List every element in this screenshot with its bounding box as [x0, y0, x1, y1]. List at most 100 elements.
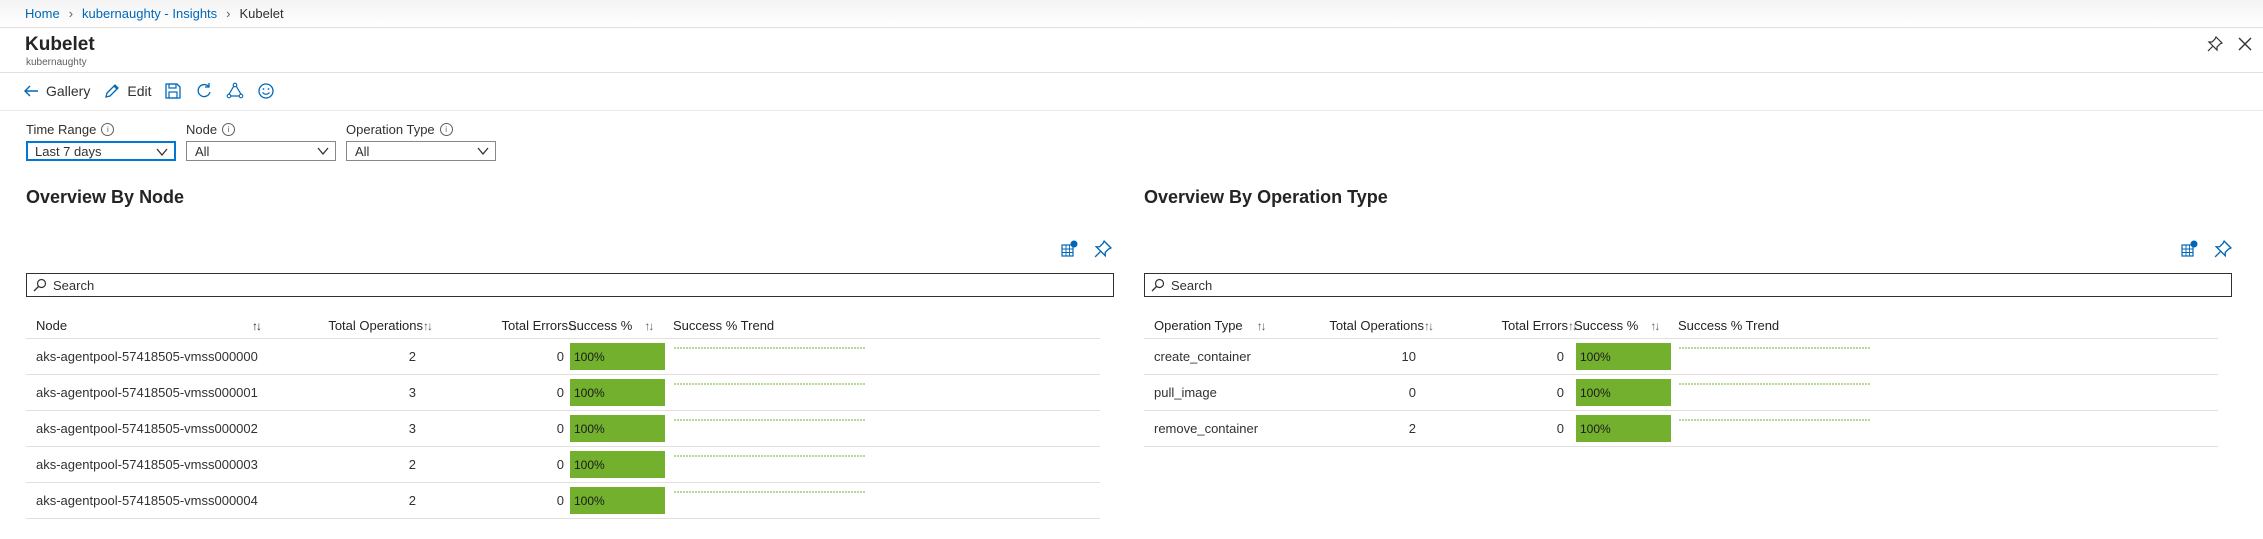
- node-dropdown[interactable]: All: [186, 141, 336, 161]
- row-total-operations: 0: [1408, 385, 1416, 400]
- breadcrumb-bar: Home › kubernaughty - Insights › Kubelet: [0, 0, 2263, 27]
- column-header-operation-type[interactable]: Operation Type ↑↓: [1154, 313, 1267, 338]
- row-success-trend: [1679, 339, 1871, 374]
- row-total-operations: 2: [408, 457, 416, 472]
- sort-icon: ↑↓: [644, 318, 654, 333]
- success-bar: 100%: [570, 343, 665, 370]
- table-row[interactable]: aks-agentpool-57418505-vmss000003 2 0 100%: [26, 446, 1100, 482]
- row-success: 100%: [1576, 411, 1671, 446]
- column-header-total-errors[interactable]: Total Errors ↑↓: [1456, 313, 1578, 338]
- row-success-trend: [674, 483, 866, 518]
- op-search-input[interactable]: Search: [1144, 273, 2232, 297]
- column-header-success-trend[interactable]: Success % Trend: [1678, 313, 1779, 338]
- refresh-button[interactable]: [195, 82, 213, 100]
- sort-icon: ↑↓: [1256, 318, 1267, 333]
- breadcrumb-current: Kubelet: [239, 6, 284, 21]
- table-row[interactable]: aks-agentpool-57418505-vmss000002 3 0 100%: [26, 410, 1100, 446]
- success-trend-sparkline: [674, 455, 866, 457]
- success-trend-sparkline: [1679, 419, 1871, 421]
- row-success: 100%: [570, 339, 665, 374]
- success-trend-sparkline: [674, 383, 866, 385]
- feedback-button[interactable]: [257, 82, 275, 100]
- success-trend-sparkline: [674, 419, 866, 421]
- row-total-errors: 0: [556, 457, 564, 472]
- chevron-down-icon: [317, 147, 329, 156]
- blade-header: Kubelet kubernaughty: [0, 27, 2263, 73]
- chevron-right-icon: ›: [226, 6, 231, 21]
- export-table-icon[interactable]: [1060, 240, 1078, 258]
- close-icon[interactable]: [2237, 36, 2253, 52]
- row-total-operations: 2: [1408, 421, 1416, 436]
- node-label: Node: [186, 122, 218, 137]
- row-name: create_container: [1154, 349, 1251, 364]
- gallery-button[interactable]: Gallery: [22, 82, 90, 100]
- table-row[interactable]: create_container 10 0 100%: [1144, 338, 2218, 374]
- refresh-icon: [198, 83, 212, 98]
- op-table: Operation Type ↑↓ Total Operations ↑↓ Tota…: [1144, 313, 2218, 447]
- table-row[interactable]: pull_image 0 0 100%: [1144, 374, 2218, 410]
- row-total-operations: 2: [408, 349, 416, 364]
- time-range-value: Last 7 days: [35, 144, 102, 159]
- breadcrumb-insights[interactable]: kubernaughty - Insights: [82, 6, 217, 21]
- row-total-errors: 0: [1556, 385, 1564, 400]
- param-node: Node i All: [186, 122, 336, 161]
- column-header-success[interactable]: Success % ↑↓: [1574, 313, 1660, 338]
- column-header-total-errors[interactable]: Total Errors ↑↓: [456, 313, 578, 338]
- share-button[interactable]: [226, 82, 244, 100]
- back-arrow-icon: [24, 85, 38, 97]
- node-search-input[interactable]: Search: [26, 273, 1114, 297]
- operation-type-dropdown[interactable]: All: [346, 141, 496, 161]
- column-header-success[interactable]: Success % ↑↓: [568, 313, 654, 338]
- info-icon: i: [439, 123, 453, 136]
- pin-icon[interactable]: [2207, 36, 2223, 52]
- chevron-down-icon: [477, 147, 489, 156]
- table-header: Node ↑↓ Total Operations ↑↓ Total Errors ↑…: [26, 313, 1100, 338]
- chevron-right-icon: ›: [68, 6, 74, 21]
- row-name: pull_image: [1154, 385, 1217, 400]
- node-search-placeholder: Search: [53, 277, 95, 293]
- table-row[interactable]: remove_container 2 0 100%: [1144, 410, 2218, 447]
- table-row[interactable]: aks-agentpool-57418505-vmss000001 3 0 100%: [26, 374, 1100, 410]
- save-button[interactable]: [164, 82, 182, 100]
- row-total-operations: 3: [408, 385, 416, 400]
- row-name: remove_container: [1154, 421, 1259, 436]
- pin-icon[interactable]: [1094, 240, 1112, 258]
- gallery-label: Gallery: [46, 83, 91, 99]
- node-section-title: Overview By Node: [26, 187, 185, 207]
- pin-icon[interactable]: [2214, 240, 2232, 258]
- row-success: 100%: [570, 447, 665, 482]
- edit-button[interactable]: Edit: [103, 82, 151, 100]
- table-row[interactable]: aks-agentpool-57418505-vmss000000 2 0 100%: [26, 338, 1100, 374]
- success-bar: 100%: [570, 379, 665, 406]
- row-total-operations: 10: [1401, 349, 1416, 364]
- row-total-errors: 0: [556, 421, 564, 436]
- op-search-placeholder: Search: [1171, 277, 1213, 293]
- row-success-trend: [674, 447, 866, 482]
- row-total-errors: 0: [556, 349, 564, 364]
- row-success: 100%: [1576, 339, 1671, 374]
- search-icon: [33, 278, 47, 292]
- time-range-label: Time Range: [26, 122, 97, 137]
- sort-icon: ↑↓: [423, 318, 433, 333]
- sort-icon: ↑↓: [1650, 318, 1660, 333]
- row-name: aks-agentpool-57418505-vmss000004: [36, 493, 258, 508]
- row-name: aks-agentpool-57418505-vmss000003: [36, 457, 258, 472]
- success-bar: 100%: [1576, 415, 1671, 442]
- table-row[interactable]: aks-agentpool-57418505-vmss000004 2 0 100%: [26, 482, 1100, 519]
- column-header-success-trend[interactable]: Success % Trend: [673, 313, 774, 338]
- operation-type-label: Operation Type: [346, 122, 435, 137]
- chevron-down-icon: [156, 148, 168, 157]
- export-table-icon[interactable]: [2180, 240, 2198, 258]
- time-range-dropdown[interactable]: Last 7 days: [26, 141, 176, 161]
- column-header-total-operations[interactable]: Total Operations ↑↓: [1304, 313, 1434, 338]
- column-header-total-operations[interactable]: Total Operations ↑↓: [308, 313, 433, 338]
- breadcrumb-home[interactable]: Home: [25, 6, 60, 21]
- info-icon: i: [101, 123, 115, 136]
- sort-icon[interactable]: ↑↓: [252, 313, 262, 338]
- page-subtitle: kubernaughty: [26, 57, 87, 68]
- column-header-node[interactable]: Node: [36, 313, 67, 338]
- row-success-trend: [1679, 375, 1871, 410]
- row-success: 100%: [1576, 375, 1671, 410]
- row-success: 100%: [570, 375, 665, 410]
- table-header: Operation Type ↑↓ Total Operations ↑↓ Tota…: [1144, 313, 2218, 338]
